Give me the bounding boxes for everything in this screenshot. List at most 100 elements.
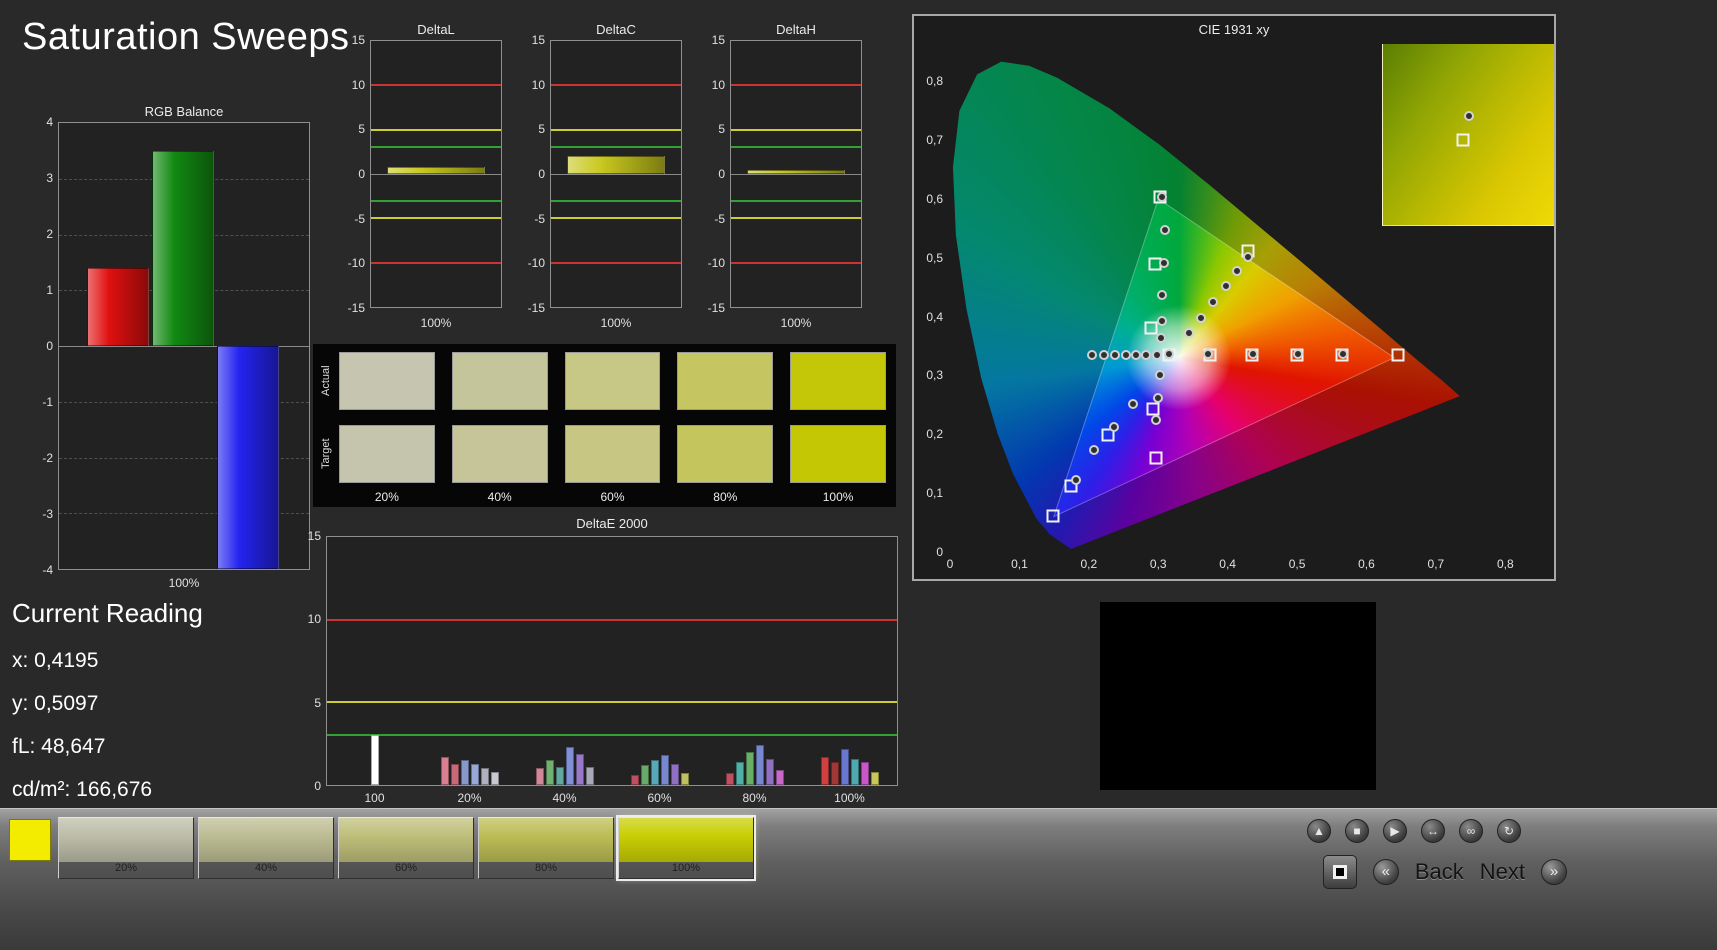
deltae-x-label: 100% — [834, 791, 865, 805]
deltac-title: DeltaC — [596, 22, 636, 37]
deltaH-limit-line — [731, 217, 861, 220]
deltae-2000-tick-label: 0 — [314, 779, 321, 793]
deltae-bar — [440, 756, 449, 785]
reading-fl-value: fL: 48,647 — [12, 735, 106, 758]
deltaH-limit-line — [731, 261, 861, 264]
reading-y-value: y: 0,5097 — [12, 692, 99, 715]
sync-icon[interactable]: ↻ — [1497, 819, 1521, 843]
cie-x-tick-label: 0,4 — [1219, 557, 1236, 571]
calibration-saturation-sweeps-page: Saturation Sweeps RGB Balance 4 3 2 1 0 -1 -2-… — [0, 0, 1717, 950]
deltaC-tick-label: 10 — [531, 77, 545, 92]
deltae-2000-chart: DeltaE 2000 15 10 5 0 100 20% 40% 60% 80% 100% — [298, 516, 902, 816]
deltae-bar — [755, 745, 764, 785]
deltae-bar — [840, 748, 849, 785]
deltaC-tick-label: -15 — [527, 301, 545, 315]
swatch-column-label: 60% — [600, 490, 625, 504]
deltaC-limit-line — [551, 199, 681, 202]
deltal-chart: DeltaL 15 10 5 0 -5 -10 -15 100% — [336, 22, 514, 346]
toolbar-swatch-60%[interactable]: 60% — [338, 817, 474, 879]
deltaL-limit-line — [371, 84, 501, 87]
bottom-toolbar: 20% 40% 60% 80% 100% ▲ ■ ▶ ↔ ∞ ↻ « Back Next » — [0, 808, 1717, 950]
back-chevrons-icon[interactable]: « — [1372, 859, 1399, 885]
fit-width-icon[interactable]: ↔ — [1421, 819, 1445, 843]
cie-y-tick-label: 0,7 — [926, 133, 943, 148]
deltac-x-label: 100% — [600, 316, 632, 330]
cie-y-tick-label: 0 — [936, 545, 943, 559]
toolbar-swatch-strip: 20% 40% 60% 80% 100% — [58, 815, 756, 881]
eject-icon[interactable]: ▲ — [1307, 819, 1331, 843]
deltae-bar — [460, 760, 469, 785]
deltaH-zero-line — [731, 174, 861, 175]
back-button[interactable]: Back — [1415, 859, 1464, 885]
swatch-column-label: 20% — [374, 490, 399, 504]
current-reading-heading: Current Reading — [12, 598, 203, 628]
swatch-actual-100% — [790, 352, 886, 410]
stop-icon[interactable]: ■ — [1345, 819, 1369, 843]
deltae-2000-plot: 100 20% 40% 60% 80% 100% — [326, 536, 898, 805]
cie-inset-circle-marker — [1463, 111, 1474, 122]
deltae-bar — [650, 760, 659, 785]
deltae-2000-tick-label: 10 — [307, 612, 321, 627]
deltah-chart: DeltaH 15 10 5 0 -5 -10 -15 100% — [696, 22, 874, 346]
deltaH-tick-label: 5 — [718, 122, 725, 137]
rgb-balance-tick-label: 2 — [46, 227, 53, 241]
rgb-balance-tick-label: 0 — [46, 339, 53, 353]
cie-inset-square-marker — [1456, 133, 1470, 147]
deltal-x-label: 100% — [420, 316, 452, 330]
rgb-balance-tick-label: -1 — [42, 395, 53, 409]
pattern-window-button[interactable] — [1322, 855, 1357, 889]
deltaH-tick-label: -15 — [707, 301, 725, 315]
deltaL-tick-label: 5 — [358, 122, 365, 137]
deltae-bar — [535, 768, 544, 785]
cie-gamut-triangle — [1054, 199, 1394, 517]
loop-icon[interactable]: ∞ — [1459, 819, 1483, 843]
deltae-bar — [575, 753, 584, 785]
toolbar-swatch-color — [199, 818, 333, 862]
swatch-actual-60% — [564, 352, 661, 410]
deltae-bar — [585, 766, 594, 785]
deltaH-limit-line — [731, 128, 861, 131]
rgb-balance-y-axis: 4 3 2 1 0 -1 -2 -3 -4 — [30, 115, 56, 577]
cie-x-tick-label: 0,2 — [1080, 557, 1098, 571]
toolbar-swatch-color — [339, 818, 473, 862]
next-button[interactable]: Next — [1480, 859, 1525, 885]
toolbar-swatch-80%[interactable]: 80% — [478, 817, 614, 879]
deltaL-limit-line — [371, 261, 501, 264]
pattern-preview-window — [1100, 602, 1376, 790]
cie-x-tick-label: 0,6 — [1358, 557, 1375, 571]
active-pattern-chip[interactable] — [9, 819, 51, 861]
toolbar-swatch-100%[interactable]: 100% — [616, 815, 756, 881]
deltaL-tick-label: -15 — [347, 301, 365, 315]
deltaL-zero-line — [371, 174, 501, 175]
rgb-balance-tick-label: -2 — [42, 451, 53, 465]
deltaL-limit-line — [371, 146, 501, 149]
swatch-target-80% — [677, 425, 774, 483]
deltaC-limit-line — [551, 217, 681, 220]
toolbar-swatch-20%[interactable]: 20% — [58, 817, 194, 879]
deltae-bar — [370, 735, 379, 785]
deltae-bar — [775, 770, 784, 785]
swatch-target-100% — [790, 425, 886, 483]
deltae-bar — [670, 763, 679, 785]
deltah-title: DeltaH — [776, 22, 816, 37]
deltaH-bar — [746, 169, 846, 174]
deltae-bar — [725, 773, 734, 785]
deltaH-tick-label: 0 — [718, 167, 725, 181]
deltae-bar — [480, 768, 489, 785]
deltal-title: DeltaL — [417, 22, 455, 37]
deltaL-limit-line — [371, 199, 501, 202]
reading-cdm2-value: cd/m²: 166,676 — [12, 778, 153, 801]
forward-chevrons-icon[interactable]: » — [1541, 859, 1567, 885]
play-icon[interactable]: ▶ — [1383, 819, 1407, 843]
rgb-balance-plot — [58, 122, 310, 570]
deltae-bar — [450, 763, 459, 785]
deltaC-limit-line — [551, 128, 681, 131]
deltaC-tick-label: 0 — [538, 167, 545, 181]
toolbar-swatch-40%[interactable]: 40% — [198, 817, 334, 879]
cie-y-tick-label: 0,1 — [926, 486, 943, 501]
rgb-balance-tick-label: -4 — [42, 563, 53, 577]
deltae-x-label: 40% — [552, 791, 577, 805]
deltae-2000-tick-label: 5 — [314, 695, 321, 710]
deltah-plot — [730, 40, 862, 308]
deltaL-tick-label: 15 — [351, 33, 365, 47]
